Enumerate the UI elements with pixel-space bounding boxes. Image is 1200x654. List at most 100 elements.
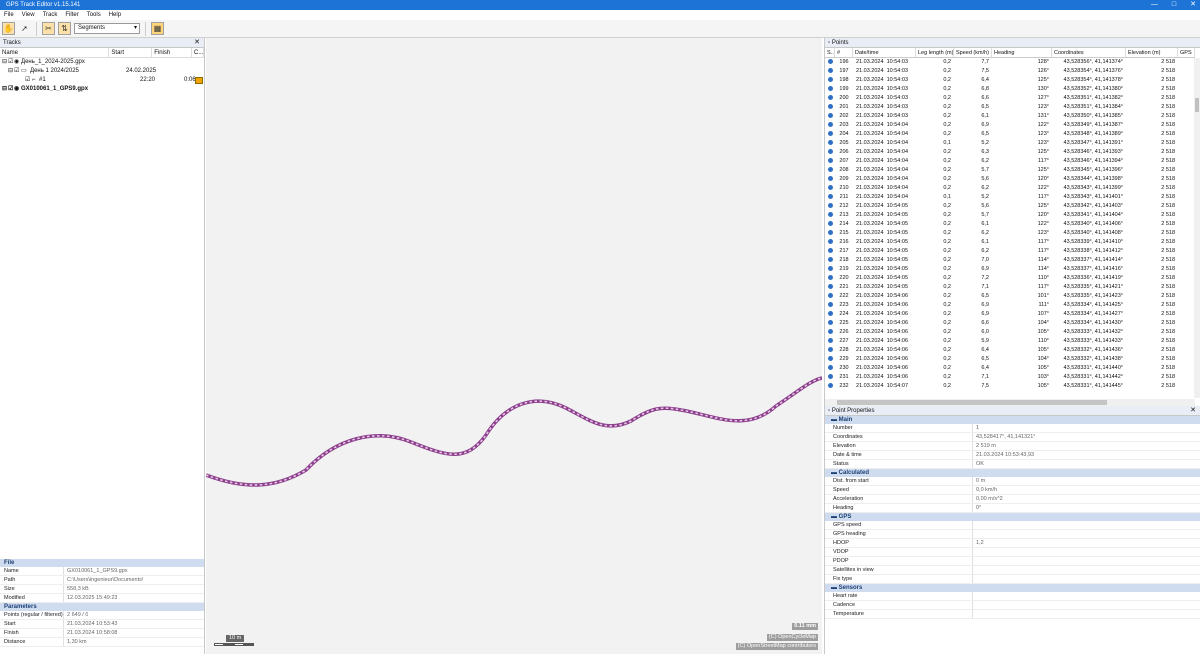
points-table-row[interactable]: 224 21.03.2024 10:54:06 0,2 6,9 107° 43,52833…: [825, 310, 1195, 319]
points-table-row[interactable]: 221 21.03.2024 10:54:05 0,2 7,1 117° 43,52833…: [825, 283, 1195, 292]
expand-icon[interactable]: ⊟: [2, 58, 7, 67]
property-value[interactable]: 21.03.2024 10:53:43,93: [973, 451, 1034, 459]
checkbox-icon[interactable]: ☑: [8, 85, 13, 94]
column-leg-length[interactable]: Leg length (m): [916, 48, 954, 57]
property-value[interactable]: [973, 610, 976, 618]
column-finish[interactable]: Finish: [152, 48, 192, 57]
points-table-row[interactable]: 232 21.03.2024 10:54:07 0,2 7,5 105° 43,52833…: [825, 382, 1195, 391]
map-canvas[interactable]: [206, 38, 822, 654]
gps-track-line[interactable]: [206, 376, 822, 487]
points-table-row[interactable]: 216 21.03.2024 10:54:05 0,2 6,1 117° 43,52833…: [825, 238, 1195, 247]
gps-track-points[interactable]: [206, 377, 822, 486]
column-elevation[interactable]: Elevation (m): [1126, 48, 1178, 57]
property-row[interactable]: VDOP: [825, 548, 1200, 557]
property-row[interactable]: PDOP: [825, 557, 1200, 566]
property-row[interactable]: Fix type: [825, 575, 1200, 584]
collapse-icon[interactable]: ▬: [831, 470, 839, 476]
property-row[interactable]: Dist. from start 0 m: [825, 477, 1200, 486]
points-table-row[interactable]: 202 21.03.2024 10:54:03 0,2 6,1 131° 43,52835…: [825, 112, 1195, 121]
property-value[interactable]: 2 519 m: [973, 442, 996, 450]
column-start[interactable]: Start: [109, 48, 153, 57]
mode-select[interactable]: Segments: [74, 23, 140, 34]
scrollbar-thumb[interactable]: [1195, 98, 1199, 112]
maximize-button[interactable]: □: [1172, 0, 1176, 10]
menu-view[interactable]: View: [22, 10, 35, 20]
property-value[interactable]: 0,0 km/h: [973, 486, 997, 494]
column-speed[interactable]: Speed (km/h): [954, 48, 992, 57]
column-status[interactable]: S...: [825, 48, 835, 57]
property-section-header[interactable]: ▬ GPS: [825, 513, 1200, 521]
property-row[interactable]: Acceleration 0,00 m/s^2: [825, 495, 1200, 504]
property-row[interactable]: HDOP 1,2: [825, 539, 1200, 548]
property-value[interactable]: 43,528417°, 41,141321°: [973, 433, 1035, 441]
property-value[interactable]: 0 m: [973, 477, 985, 485]
points-table-row[interactable]: 215 21.03.2024 10:54:05 0,2 6,2 123° 43,52834…: [825, 229, 1195, 238]
property-value[interactable]: [973, 601, 976, 609]
property-row[interactable]: Date & time 21.03.2024 10:53:43,93: [825, 451, 1200, 460]
points-table-row[interactable]: 197 21.03.2024 10:54:03 0,2 7,5 126° 43,52835…: [825, 67, 1195, 76]
property-value[interactable]: [973, 548, 976, 556]
points-table-row[interactable]: 231 21.03.2024 10:54:06 0,2 7,1 103° 43,52833…: [825, 373, 1195, 382]
property-row[interactable]: Coordinates 43,528417°, 41,141321°: [825, 433, 1200, 442]
property-value[interactable]: [973, 557, 976, 565]
property-row[interactable]: Number 1: [825, 424, 1200, 433]
join-tool-button[interactable]: ⇅: [58, 22, 71, 35]
property-section-header[interactable]: ▬ Calculated: [825, 469, 1200, 477]
points-table-row[interactable]: 222 21.03.2024 10:54:06 0,2 6,5 101° 43,52833…: [825, 292, 1195, 301]
pin-icon[interactable]: ▫: [828, 408, 830, 414]
points-table-row[interactable]: 196 21.03.2024 10:54:03 0,2 7,7 128° 43,52835…: [825, 58, 1195, 67]
menu-file[interactable]: File: [4, 10, 14, 20]
collapse-icon[interactable]: ▬: [831, 417, 839, 423]
points-table-row[interactable]: 201 21.03.2024 10:54:03 0,2 6,5 123° 43,52835…: [825, 103, 1195, 112]
track-file-row[interactable]: ⊟ ☑ ◉ GX010061_1_GPS9.gpx: [0, 85, 204, 94]
property-value[interactable]: [973, 592, 976, 600]
property-row[interactable]: GPS speed: [825, 521, 1200, 530]
points-table-row[interactable]: 203 21.03.2024 10:54:04 0,2 6,9 122° 43,52834…: [825, 121, 1195, 130]
points-vertical-scrollbar[interactable]: [1194, 58, 1200, 398]
pin-icon[interactable]: ▫: [828, 40, 830, 46]
checkbox-icon[interactable]: ☑: [8, 58, 13, 67]
property-row[interactable]: Heart rate: [825, 592, 1200, 601]
property-value[interactable]: 1,2: [973, 539, 984, 547]
property-row[interactable]: Heading 0°: [825, 504, 1200, 513]
property-value[interactable]: 1: [973, 424, 979, 432]
close-icon[interactable]: ✕: [194, 38, 200, 48]
column-coordinates[interactable]: Coordinates: [1052, 48, 1126, 57]
property-row[interactable]: Temperature: [825, 610, 1200, 619]
points-horizontal-scrollbar[interactable]: [825, 399, 1195, 406]
points-table-row[interactable]: 220 21.03.2024 10:54:05 0,2 7,2 110° 43,52833…: [825, 274, 1195, 283]
close-button[interactable]: ✕: [1190, 0, 1196, 10]
menu-tools[interactable]: Tools: [87, 10, 101, 20]
property-value[interactable]: 0°: [973, 504, 981, 512]
points-table-row[interactable]: 230 21.03.2024 10:54:06 0,2 6,4 105° 43,52833…: [825, 364, 1195, 373]
points-table-row[interactable]: 204 21.03.2024 10:54:04 0,2 6,5 123° 43,52834…: [825, 130, 1195, 139]
points-table-row[interactable]: 229 21.03.2024 10:54:06 0,2 6,5 104° 43,52833…: [825, 355, 1195, 364]
property-row[interactable]: Satellites in view: [825, 566, 1200, 575]
points-table-row[interactable]: 200 21.03.2024 10:54:03 0,2 6,6 127° 43,52835…: [825, 94, 1195, 103]
checkbox-icon[interactable]: ☑: [14, 67, 19, 76]
points-table-row[interactable]: 217 21.03.2024 10:54:05 0,2 6,2 117° 43,52833…: [825, 247, 1195, 256]
points-table-row[interactable]: 212 21.03.2024 10:54:05 0,2 5,6 125° 43,52834…: [825, 202, 1195, 211]
points-table-row[interactable]: 210 21.03.2024 10:54:04 0,2 6,2 122° 43,52834…: [825, 184, 1195, 193]
column-number[interactable]: #: [835, 48, 853, 57]
segment-row[interactable]: ☑ ⌐ #1 22:20 0:06: [0, 76, 204, 85]
checkbox-icon[interactable]: ☑: [25, 76, 30, 85]
expand-icon[interactable]: ⊟: [8, 67, 13, 76]
track-file-row[interactable]: ⊟ ☑ ◉ День_1_2024-2025.gpx: [0, 58, 204, 67]
property-row[interactable]: GPS heading: [825, 530, 1200, 539]
column-datetime[interactable]: Date/time: [853, 48, 916, 57]
pointer-tool-button[interactable]: ➚: [18, 22, 31, 35]
menu-track[interactable]: Track: [43, 10, 58, 20]
property-value[interactable]: 0,00 m/s^2: [973, 495, 1003, 503]
points-table-row[interactable]: 223 21.03.2024 10:54:06 0,2 6,9 111° 43,52833…: [825, 301, 1195, 310]
points-table-row[interactable]: 199 21.03.2024 10:54:03 0,2 6,8 130° 43,52835…: [825, 85, 1195, 94]
points-table-row[interactable]: 209 21.03.2024 10:54:04 0,2 5,6 120° 43,52834…: [825, 175, 1195, 184]
expand-icon[interactable]: ⊟: [2, 85, 7, 94]
column-name[interactable]: Name: [0, 48, 110, 57]
column-color[interactable]: C...: [192, 48, 204, 57]
property-value[interactable]: [973, 530, 976, 538]
property-row[interactable]: Elevation 2 519 m: [825, 442, 1200, 451]
property-row[interactable]: Cadence: [825, 601, 1200, 610]
points-table-row[interactable]: 218 21.03.2024 10:54:05 0,2 7,0 114° 43,52833…: [825, 256, 1195, 265]
property-row[interactable]: Status OK: [825, 460, 1200, 469]
